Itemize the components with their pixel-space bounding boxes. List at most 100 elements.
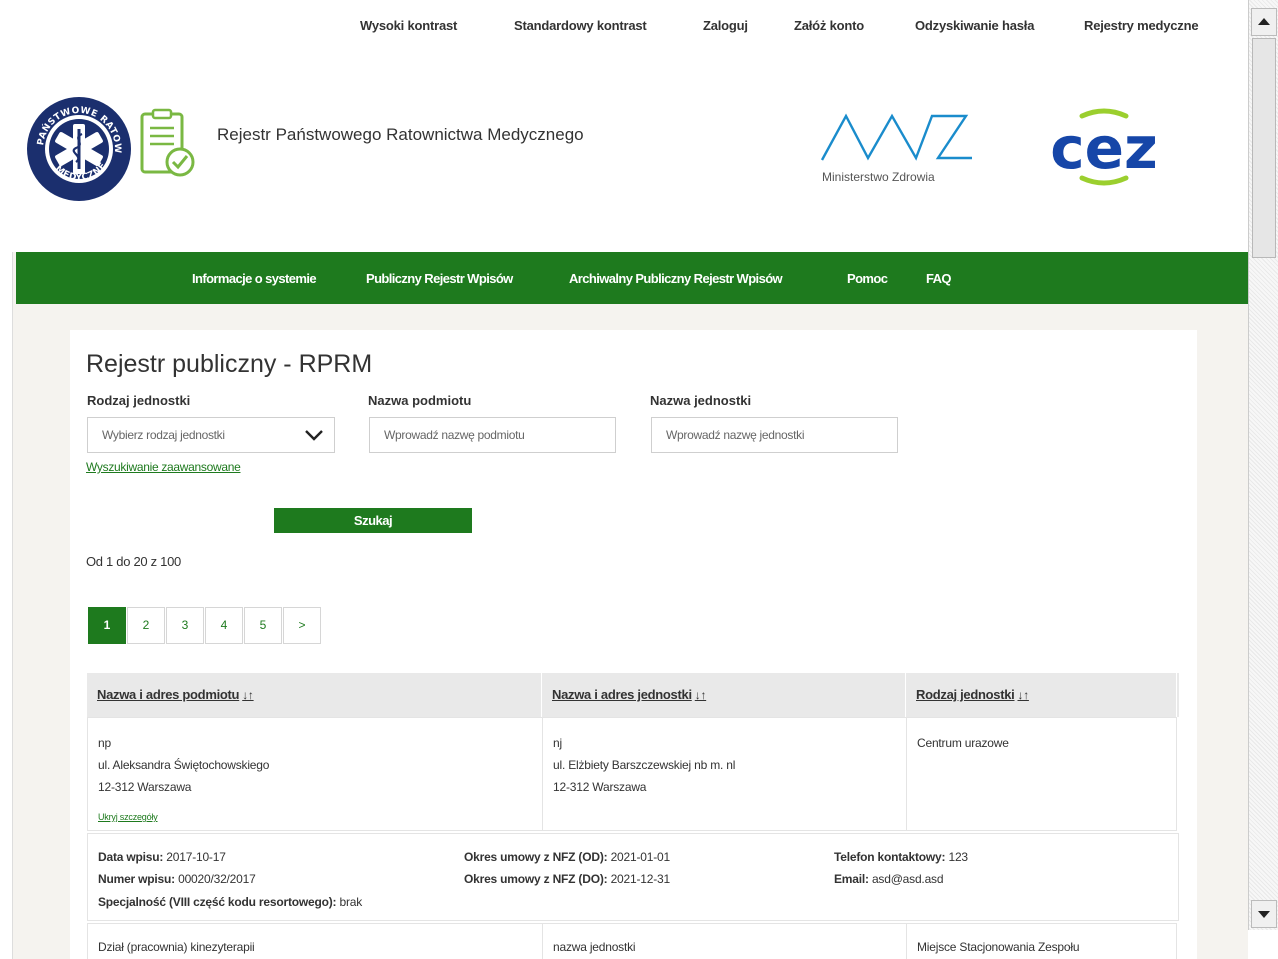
sort-icon: ↓↑: [242, 688, 254, 702]
results-range: Od 1 do 20 z 100: [86, 554, 181, 569]
unit-city: 12-312 Warszawa: [553, 780, 647, 794]
specialty: Specjalność (VIII część kodu resortowego…: [98, 895, 362, 909]
col-entity-title: Nazwa i adres podmiotu: [97, 687, 240, 702]
unit-type-label: Rodzaj jednostki: [87, 393, 191, 408]
unit-type-selected: Wybierz rodzaj jednostki: [102, 428, 225, 442]
page-3-button[interactable]: 3: [166, 607, 204, 644]
resize-grip[interactable]: [1248, 930, 1278, 959]
standard-contrast-link[interactable]: Standardowy kontrast: [514, 18, 647, 33]
nav-help[interactable]: Pomoc: [847, 271, 888, 286]
sort-icon: ↓↑: [694, 688, 707, 702]
arrow-down-icon: [1258, 911, 1270, 918]
page-title: Rejestr publiczny - RPRM: [86, 350, 373, 378]
ministry-logo: Ministerstwo Zdrowia: [820, 110, 980, 190]
unit-street: ul. Elżbiety Barszczewskiej nb m. nl: [553, 758, 736, 772]
nav-public-registry[interactable]: Publiczny Rejestr Wpisów: [366, 271, 513, 286]
entity-city: 12-312 Warszawa: [98, 780, 192, 794]
nfz-to-value: 2021-12-31: [610, 872, 671, 886]
table-header: Nazwa i adres podmiotu ↓↑ Nazwa i adres j…: [87, 673, 1179, 717]
page-4-button[interactable]: 4: [205, 607, 243, 644]
vertical-scrollbar[interactable]: [1248, 0, 1278, 959]
top-links: Wysoki kontrast Standardowy kontrast Zal…: [12, 18, 1248, 38]
table-row: np ul. Aleksandra Świętochowskiego 12-31…: [87, 717, 1179, 831]
scroll-up-button[interactable]: [1251, 8, 1277, 36]
unit-cell: nazwa jednostki: [542, 923, 907, 959]
contact-email-label: Email:: [834, 872, 869, 886]
contact-email-value: asd@asd.asd: [871, 872, 944, 886]
unit-name: nj: [553, 736, 562, 750]
password-recovery-link[interactable]: Odzyskiwanie hasła: [915, 18, 1034, 33]
col-unit-title: Nazwa i adres jednostki: [552, 687, 692, 702]
sort-entity-link[interactable]: Nazwa i adres podmiotu ↓↑: [97, 687, 254, 702]
ministry-mz-icon: [820, 113, 972, 161]
unit-type: Centrum urazowe: [917, 736, 1009, 750]
entity-name-label: Nazwa podmiotu: [368, 393, 472, 408]
prm-logo-icon: PAŃSTWOWE RATOWNICTWO MEDYCZNE: [26, 96, 131, 201]
unit-cell: nj ul. Elżbiety Barszczewskiej nb m. nl …: [542, 717, 907, 831]
high-contrast-link[interactable]: Wysoki kontrast: [360, 18, 457, 33]
nfz-from-label: Okres umowy z NFZ (OD):: [464, 850, 608, 864]
nav-faq[interactable]: FAQ: [926, 271, 952, 286]
unit-name-label: Nazwa jednostki: [650, 393, 752, 408]
site-title: Rejestr Państwowego Ratownictwa Medyczne…: [217, 125, 584, 144]
row-details: Data wpisu: 2017-10-17 Numer wpisu: 0002…: [87, 833, 1179, 921]
entry-date-label: Data wpisu:: [98, 850, 164, 864]
chevron-down-icon: [305, 430, 323, 441]
entry-number-value: 00020/32/2017: [178, 872, 256, 886]
contact-phone-label: Telefon kontaktowy:: [834, 850, 946, 864]
entity-cell: np ul. Aleksandra Świętochowskiego 12-31…: [87, 717, 543, 831]
next-page-button[interactable]: >: [283, 607, 321, 644]
entry-number: Numer wpisu: 00020/32/2017: [98, 872, 256, 886]
login-link[interactable]: Zaloguj: [703, 18, 748, 33]
entry-number-label: Numer wpisu:: [98, 872, 175, 886]
main-nav: Informacje o systemie Publiczny Rejestr …: [16, 252, 1248, 304]
pagination: 1 2 3 4 5 >: [88, 607, 322, 644]
register-link[interactable]: Załóż konto: [794, 18, 864, 33]
page-1-button[interactable]: 1: [88, 607, 126, 644]
col-unit: Nazwa i adres jednostki ↓↑: [542, 673, 906, 717]
entity-cell: Dział (pracownia) kinezyterapii: [87, 923, 543, 959]
col-type: Rodzaj jednostki ↓↑: [906, 673, 1177, 717]
unit-type-select[interactable]: Wybierz rodzaj jednostki: [87, 417, 335, 453]
specialty-label: Specjalność (VIII część kodu resortowego…: [98, 895, 337, 909]
entry-date: Data wpisu: 2017-10-17: [98, 850, 226, 864]
specialty-value: brak: [339, 895, 363, 909]
site-header: Wysoki kontrast Standardowy kontrast Zal…: [12, 0, 1248, 252]
contact-phone-value: 123: [948, 850, 968, 864]
contact-phone: Telefon kontaktowy: 123: [834, 850, 968, 864]
nav-system-info[interactable]: Informacje o systemie: [192, 271, 317, 286]
advanced-search-link[interactable]: Wyszukiwanie zaawansowane: [86, 460, 241, 474]
sort-type-link[interactable]: Rodzaj jednostki ↓↑: [916, 687, 1029, 702]
cez-logo-icon: cez: [1050, 108, 1158, 186]
nfz-to: Okres umowy z NFZ (DO): 2021-12-31: [464, 872, 670, 886]
sort-unit-link[interactable]: Nazwa i adres jednostki ↓↑: [552, 687, 706, 702]
ministry-caption: Ministerstwo Zdrowia: [822, 170, 935, 184]
table-row: Dział (pracownia) kinezyterapii nazwa je…: [87, 923, 1179, 959]
hide-details-link[interactable]: Ukryj szczegóły: [98, 806, 158, 828]
nav-archive-registry[interactable]: Archiwalny Publiczny Rejestr Wpisów: [569, 271, 783, 286]
scroll-down-button[interactable]: [1251, 900, 1277, 928]
col-entity: Nazwa i adres podmiotu ↓↑: [87, 673, 542, 717]
page: Wysoki kontrast Standardowy kontrast Zal…: [0, 0, 1248, 959]
content-panel: Rejestr publiczny - RPRM Rodzaj jednostk…: [70, 330, 1197, 959]
col-type-title: Rodzaj jednostki: [916, 687, 1015, 702]
entry-date-value: 2017-10-17: [166, 850, 226, 864]
page-2-button[interactable]: 2: [127, 607, 165, 644]
scroll-thumb[interactable]: [1252, 38, 1276, 258]
page-5-button[interactable]: 5: [244, 607, 282, 644]
medical-registries-link[interactable]: Rejestry medyczne: [1084, 18, 1199, 33]
unit-name-input[interactable]: [651, 417, 898, 453]
nfz-to-label: Okres umowy z NFZ (DO):: [464, 872, 608, 886]
sort-icon: ↓↑: [1017, 688, 1030, 702]
nfz-from-value: 2021-01-01: [610, 850, 671, 864]
arrow-up-icon: [1258, 18, 1270, 25]
entity-name-input[interactable]: [369, 417, 616, 453]
type-cell: Miejsce Stacjonowania Zespołu: [906, 923, 1177, 959]
nfz-from: Okres umowy z NFZ (OD): 2021-01-01: [464, 850, 670, 864]
clipboard-check-icon: [140, 108, 195, 177]
type-cell: Centrum urazowe: [906, 717, 1177, 831]
search-button[interactable]: Szukaj: [274, 508, 472, 533]
contact-email: Email: asd@asd.asd: [834, 872, 944, 886]
entity-street: ul. Aleksandra Świętochowskiego: [98, 758, 270, 772]
entity-name: np: [98, 736, 111, 750]
